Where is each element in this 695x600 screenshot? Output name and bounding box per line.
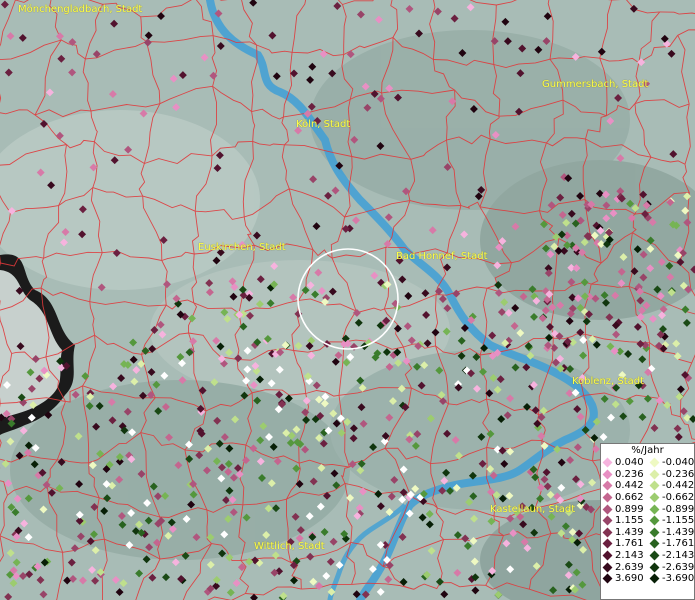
legend-value: -2.639 [662, 561, 695, 573]
legend-swatch [602, 504, 613, 515]
legend-value: -0.662 [662, 492, 695, 504]
legend-item: -0.662 [649, 492, 695, 504]
legend-item: -1.439 [649, 527, 695, 539]
legend-item: -0.899 [649, 503, 695, 515]
legend-swatch [649, 550, 660, 561]
legend-value: -0.442 [662, 480, 695, 492]
legend-value: 0.040 [615, 457, 644, 469]
legend-item: -2.143 [649, 550, 695, 562]
legend-value: 3.690 [615, 573, 644, 585]
map-legend: %/Jahr 0.040 -0.040 0.236 -0.236 0.442 -0.442… [600, 443, 695, 600]
legend-swatch [602, 481, 613, 491]
legend-item: 0.040 [602, 457, 649, 469]
legend-value: 0.899 [615, 503, 644, 515]
legend-swatch [602, 550, 613, 561]
legend-swatch [649, 515, 660, 526]
legend-swatch [602, 492, 613, 503]
city-label-koeln: Köln, Stadt [296, 119, 351, 130]
legend-swatch [602, 469, 613, 480]
legend-swatch [649, 573, 660, 584]
legend-value: 2.143 [615, 550, 644, 562]
legend-swatch [649, 562, 660, 573]
legend-value: 2.639 [615, 561, 644, 573]
legend-value: 0.236 [615, 468, 644, 480]
legend-swatch [649, 469, 660, 480]
legend-value: 1.439 [615, 526, 644, 538]
legend-item: 0.899 [602, 503, 649, 515]
city-label-bad-honnef: Bad Honnef, Stadt [396, 251, 488, 262]
legend-item: 1.439 [602, 527, 649, 539]
legend-value: 1.155 [615, 515, 644, 527]
legend-item: 2.143 [602, 550, 649, 562]
legend-swatch [649, 457, 660, 468]
legend-value: 0.662 [615, 492, 644, 504]
legend-title: %/Jahr [631, 445, 664, 456]
legend-value: 0.442 [615, 480, 644, 492]
legend-item: -1.761 [649, 538, 695, 550]
legend-value: -0.236 [662, 468, 695, 480]
legend-item: 1.761 [602, 538, 649, 550]
city-label-moenchengladbach: Mönchengladbach, Stadt [18, 4, 143, 15]
legend-swatch [649, 527, 660, 538]
legend-entries: 0.040 -0.040 0.236 -0.236 0.442 -0.442 0.662 -0… [602, 457, 694, 585]
legend-value: -1.439 [662, 526, 695, 538]
city-label-koblenz: Koblenz, Stadt [572, 376, 645, 387]
legend-swatch [649, 481, 660, 491]
legend-item: 0.236 [602, 469, 649, 481]
city-label-kastellaun: Kastellaun, Stadt [490, 504, 576, 515]
legend-swatch [602, 539, 613, 549]
legend-value: -2.143 [662, 550, 695, 562]
legend-item: -3.690 [649, 573, 695, 585]
legend-swatch [602, 527, 613, 538]
legend-item: 0.442 [602, 480, 649, 492]
legend-swatch [602, 573, 613, 584]
legend-item: 0.662 [602, 492, 649, 504]
city-label-euskirchen: Euskirchen, Stadt [198, 242, 286, 253]
legend-value: 1.761 [615, 538, 644, 550]
legend-swatch [602, 515, 613, 526]
legend-swatch [602, 562, 613, 573]
city-label-gummersbach: Gummersbach, Stadt [542, 79, 649, 90]
legend-item: -0.442 [649, 480, 695, 492]
city-label-wittlich: Wittlich, Stadt [254, 541, 325, 552]
legend-item: 2.639 [602, 561, 649, 573]
legend-swatch [649, 492, 660, 503]
map-view[interactable]: Mönchengladbach, Stadt Gummersbach, Stad… [0, 0, 695, 600]
legend-item: 1.155 [602, 515, 649, 527]
legend-value: -0.899 [662, 503, 695, 515]
legend-swatch [649, 504, 660, 515]
legend-value: -1.155 [662, 515, 695, 527]
legend-item: -2.639 [649, 561, 695, 573]
legend-value: -1.761 [662, 538, 695, 550]
legend-item: -1.155 [649, 515, 695, 527]
legend-value: -0.040 [662, 457, 695, 469]
legend-item: -0.236 [649, 469, 695, 481]
legend-item: 3.690 [602, 573, 649, 585]
legend-value: -3.690 [662, 573, 695, 585]
map-canvas [0, 0, 695, 600]
legend-swatch [602, 457, 613, 468]
legend-swatch [649, 539, 660, 549]
legend-item: -0.040 [649, 457, 695, 469]
